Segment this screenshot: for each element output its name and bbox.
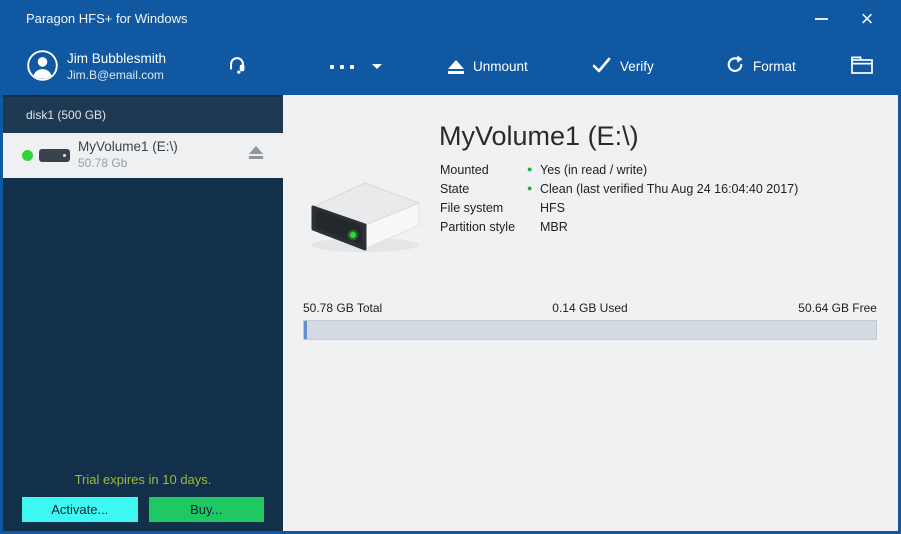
main-pane: MyVolume1 (E:\) Mounted ● Yes (in read /…	[283, 95, 898, 531]
detail-row-mounted: Mounted ● Yes (in read / write)	[440, 160, 798, 179]
disk-header-label: disk1 (500 GB)	[26, 108, 106, 122]
toolbar: Jim Bubblesmith Jim.B@email.com	[0, 38, 901, 95]
usage-bar-used	[304, 321, 307, 339]
trial-expiry-notice: Trial expires in 10 days.	[3, 472, 283, 487]
close-button[interactable]: ×	[848, 0, 886, 38]
sidebar: disk1 (500 GB) MyVolume1 (E:\) 50.78 Gb …	[3, 95, 283, 531]
trial-buttons-row: Activate... Buy...	[3, 497, 283, 522]
detail-label: File system	[440, 201, 527, 215]
minimize-icon	[815, 18, 828, 20]
eject-volume-button[interactable]	[249, 146, 263, 159]
drive-3d-icon	[301, 175, 426, 262]
window-body: disk1 (500 GB) MyVolume1 (E:\) 50.78 Gb …	[3, 95, 898, 531]
volume-name: MyVolume1 (E:\)	[78, 138, 178, 155]
user-texts: Jim Bubblesmith Jim.B@email.com	[67, 51, 166, 83]
detail-value: HFS	[540, 201, 565, 215]
detail-label: State	[440, 182, 527, 196]
detail-value: MBR	[540, 220, 568, 234]
chevron-down-icon	[372, 64, 382, 69]
detail-row-state: State ● Clean (last verified Thu Aug 24 …	[440, 179, 798, 198]
title-bar: Paragon HFS+ for Windows ×	[0, 0, 901, 38]
minimize-button[interactable]	[802, 0, 840, 38]
window-title: Paragon HFS+ for Windows	[26, 0, 187, 38]
detail-value: Clean (last verified Thu Aug 24 16:04:40…	[540, 182, 798, 196]
activate-button[interactable]: Activate...	[22, 497, 138, 522]
dot-icon	[330, 65, 334, 69]
drive-icon	[39, 149, 70, 162]
usage-section: 50.78 GB Total 0.14 GB Used 50.64 GB Fre…	[303, 301, 877, 340]
user-avatar-icon	[27, 50, 58, 84]
support-button[interactable]	[226, 38, 248, 95]
sidebar-item-volume[interactable]: MyVolume1 (E:\) 50.78 Gb	[3, 133, 283, 178]
detail-label: Partition style	[440, 220, 527, 234]
usage-free-label: 50.64 GB Free	[686, 301, 877, 315]
eject-icon	[448, 60, 464, 74]
eject-icon-bar	[249, 156, 263, 159]
verify-button[interactable]: Verify	[592, 38, 654, 95]
page-title: MyVolume1 (E:\)	[439, 121, 639, 152]
more-actions-menu[interactable]	[330, 38, 382, 95]
detail-value: Yes (in read / write)	[540, 163, 647, 177]
usage-labels: 50.78 GB Total 0.14 GB Used 50.64 GB Fre…	[303, 301, 877, 315]
detail-row-filesystem: File system ● HFS	[440, 198, 798, 217]
user-email: Jim.B@email.com	[67, 67, 166, 83]
app-window: Paragon HFS+ for Windows × Jim Bubblesmi…	[0, 0, 901, 534]
usage-total-label: 50.78 GB Total	[303, 301, 494, 315]
unmount-label: Unmount	[473, 59, 528, 74]
format-label: Format	[753, 59, 796, 74]
detail-label: Mounted	[440, 163, 527, 177]
headset-icon	[226, 54, 248, 79]
status-ok-icon: ●	[527, 160, 540, 179]
eject-icon	[249, 146, 263, 154]
open-in-explorer-button[interactable]	[850, 38, 874, 95]
folder-icon	[850, 54, 874, 79]
refresh-icon	[726, 55, 744, 78]
close-icon: ×	[861, 0, 874, 38]
dot-icon	[350, 65, 354, 69]
sidebar-spacer	[3, 178, 283, 472]
detail-row-partition-style: Partition style ● MBR	[440, 217, 798, 236]
volume-details: Mounted ● Yes (in read / write) State ● …	[440, 160, 798, 236]
usage-used-label: 0.14 GB Used	[494, 301, 685, 315]
user-account-button[interactable]: Jim Bubblesmith Jim.B@email.com	[27, 38, 166, 95]
volume-size: 50.78 Gb	[78, 155, 178, 172]
volume-texts: MyVolume1 (E:\) 50.78 Gb	[78, 138, 178, 172]
buy-button[interactable]: Buy...	[149, 497, 265, 522]
format-button[interactable]: Format	[726, 38, 796, 95]
disk-group-header: disk1 (500 GB)	[3, 97, 283, 133]
user-name: Jim Bubblesmith	[67, 51, 166, 67]
status-ok-icon: ●	[527, 179, 540, 198]
mounted-status-dot	[22, 150, 33, 161]
usage-bar	[303, 320, 877, 340]
verify-label: Verify	[620, 59, 654, 74]
unmount-button[interactable]: Unmount	[448, 38, 528, 95]
dot-icon	[340, 65, 344, 69]
checkmark-icon	[592, 57, 611, 76]
